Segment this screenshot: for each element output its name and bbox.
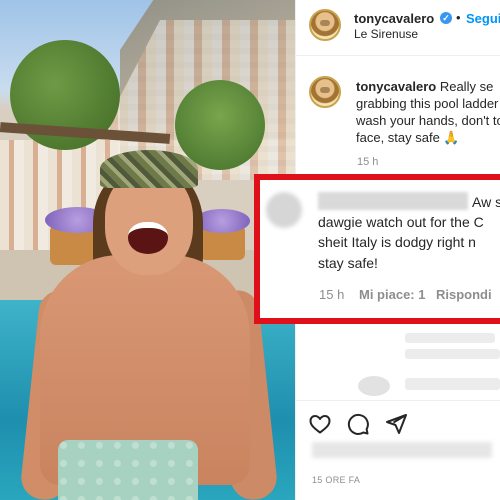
caption-line: Really se bbox=[439, 79, 494, 94]
comment-line: stay safe! bbox=[318, 255, 378, 271]
share-icon[interactable] bbox=[384, 412, 408, 436]
caption-line: face, stay safe 🙏 bbox=[356, 130, 460, 145]
photo-person-hat bbox=[100, 150, 198, 188]
post-location[interactable]: Le Sirenuse bbox=[354, 27, 418, 41]
caption: tonycavalero Really se grabbing this poo… bbox=[356, 78, 500, 146]
faded-comment bbox=[405, 349, 500, 359]
heart-icon[interactable] bbox=[308, 412, 332, 436]
post-photo[interactable] bbox=[0, 0, 295, 500]
caption-line: grabbing this pool ladder bbox=[356, 96, 499, 111]
photo-person-mouth bbox=[128, 222, 168, 254]
caption-username[interactable]: tonycavalero bbox=[356, 79, 436, 94]
photo-tree bbox=[175, 80, 265, 170]
comment-line: Aw s bbox=[472, 194, 500, 210]
faded-comment bbox=[405, 333, 495, 343]
comment-icon[interactable] bbox=[346, 412, 370, 436]
post-timestamp[interactable]: 15 ORE FA bbox=[312, 475, 360, 485]
comment-time[interactable]: 15 h bbox=[319, 287, 344, 302]
faded-avatar bbox=[358, 376, 390, 396]
commenter-avatar-blurred bbox=[266, 192, 302, 228]
commenter-name-blurred bbox=[318, 192, 468, 210]
photo-flower-pot bbox=[194, 209, 250, 260]
verified-badge-icon: ✓ bbox=[440, 12, 452, 24]
follow-button[interactable]: Segui bbox=[466, 11, 500, 26]
comment-line: sheit Italy is dodgy right n bbox=[318, 234, 476, 250]
author-username[interactable]: tonycavalero bbox=[354, 11, 434, 26]
likes-count-blurred bbox=[312, 442, 492, 458]
faded-comment bbox=[405, 378, 500, 390]
caption-line: wash your hands, don't to bbox=[356, 113, 500, 128]
author-avatar[interactable] bbox=[309, 9, 341, 41]
separator-dot: • bbox=[456, 10, 461, 25]
caption-avatar[interactable] bbox=[309, 76, 341, 108]
comment-line: dawgie watch out for the C bbox=[318, 214, 484, 230]
comment-reply-button[interactable]: Rispondi bbox=[436, 287, 492, 302]
caption-time[interactable]: 15 h bbox=[357, 156, 378, 168]
photo-person-shorts bbox=[58, 440, 198, 500]
comment-likes[interactable]: Mi piace: 1 bbox=[359, 287, 425, 302]
